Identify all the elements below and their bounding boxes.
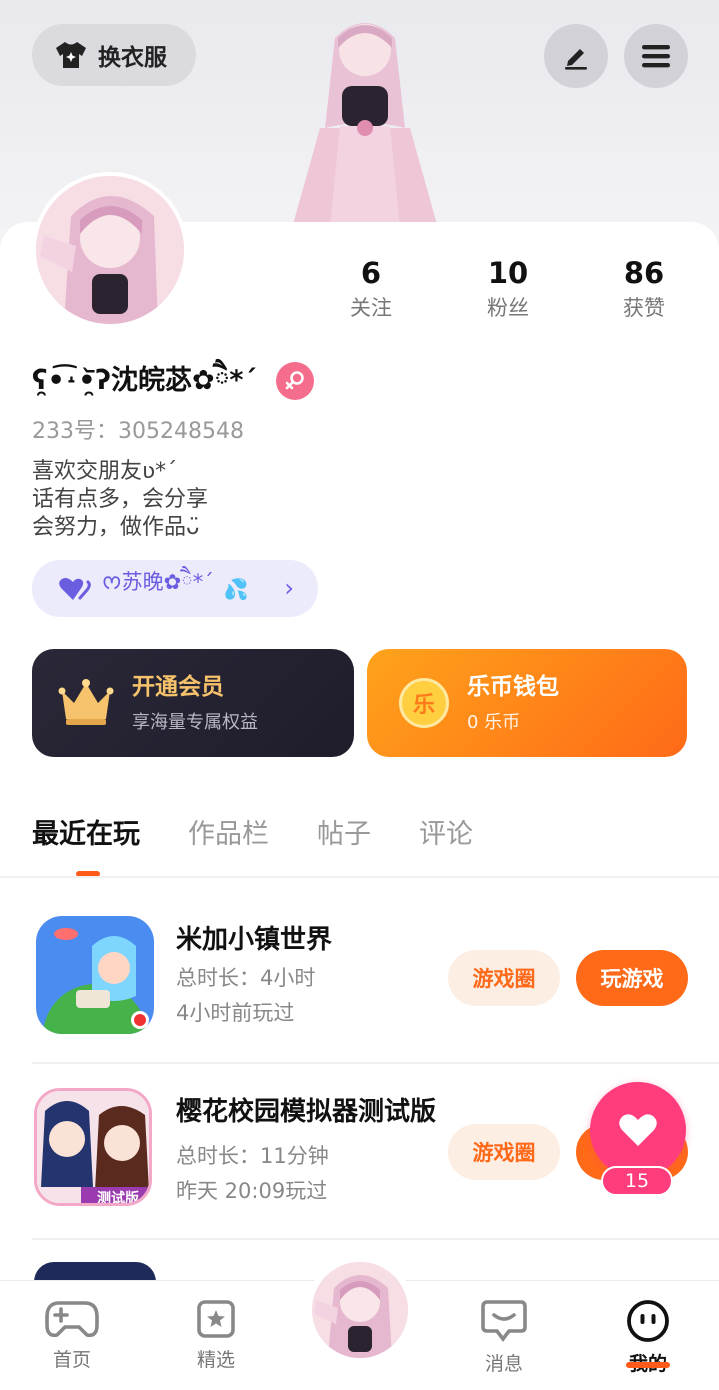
avatar [312, 1262, 408, 1358]
menu-button[interactable] [624, 24, 688, 88]
gender-badge [276, 362, 314, 400]
vip-card[interactable]: 开通会员 享海量专属权益 [32, 649, 354, 757]
change-outfit-button[interactable]: 换衣服 [32, 24, 196, 86]
heart-icon [619, 1114, 657, 1146]
list-item[interactable] [34, 1262, 156, 1282]
bio: 喜欢交朋友ʋ*ˊ 话有点多，会分享 会努力，做作品ᴗ̈ [32, 458, 208, 542]
likes-label: 获赞 [623, 296, 665, 320]
tab-posts[interactable]: 帖子 [317, 812, 371, 860]
followers-label: 粉丝 [487, 296, 529, 320]
avatar[interactable] [32, 172, 188, 328]
close-friend-name: ᰔ苏晚✿ཻ*ˊ [102, 570, 214, 594]
username: ʕ̯•͡˔•̯᷅ʔ沈皖苾✿ཻ*ˊ [32, 365, 258, 396]
game-duration: 总时长：4小时 [176, 966, 316, 990]
play-game-button[interactable]: 玩游戏 [576, 950, 688, 1006]
vip-subtitle: 享海量专属权益 [132, 712, 258, 733]
wallet-card[interactable]: 乐 乐币钱包 0 乐币 [367, 649, 687, 757]
game-last-played: 昨天 20:09玩过 [176, 1179, 328, 1203]
followers-count: 10 [487, 256, 529, 290]
game-name: 米加小镇世界 [176, 925, 333, 955]
sweat-drops-icon: 💦 [223, 576, 249, 601]
test-version-label: 测试版 [97, 1190, 139, 1206]
bookmark-star-icon [197, 1300, 235, 1338]
following-label: 关注 [350, 296, 392, 320]
tab-recent[interactable]: 最近在玩 [32, 812, 140, 860]
smiley-icon [627, 1300, 669, 1342]
coin-char: 乐 [412, 693, 435, 718]
menu-icon [642, 45, 670, 68]
following-stat[interactable]: 6 关注 [311, 256, 431, 322]
likes-count: 86 [623, 256, 665, 290]
user-id: 233号：305248548 [32, 419, 244, 444]
avatar-image [36, 176, 184, 324]
wallet-balance: 0 乐币 [467, 712, 521, 733]
shirt-icon [56, 42, 86, 68]
game-icon-image [36, 916, 154, 1034]
nav-featured-label: 精选 [196, 1349, 235, 1371]
bio-line: 话有点多，会分享 [32, 487, 209, 512]
list-item[interactable]: 米加小镇世界 总时长：4小时 4小时前玩过 游戏圈 玩游戏 [0, 878, 719, 1054]
game-circle-button[interactable]: 游戏圈 [448, 950, 560, 1006]
message-icon [481, 1300, 527, 1342]
gamepad-icon [45, 1301, 99, 1338]
nav-center-avatar[interactable] [306, 1256, 414, 1364]
profile-tabs: 最近在玩 作品栏 帖子 评论 [32, 812, 521, 860]
vip-title: 开通会员 [132, 674, 224, 700]
tab-works[interactable]: 作品栏 [188, 812, 269, 860]
change-outfit-label: 换衣服 [98, 45, 167, 71]
likes-stat[interactable]: 86 获赞 [584, 256, 704, 322]
tab-comments[interactable]: 评论 [419, 812, 473, 860]
followers-stat[interactable]: 10 粉丝 [448, 256, 568, 322]
close-friend-pill[interactable]: ᰔ苏晚✿ཻ*ˊ 💦 › [32, 560, 318, 617]
nav-home[interactable]: 首页 [22, 1299, 122, 1373]
character-illustration [292, 23, 438, 228]
game-icon [36, 916, 154, 1034]
heart-icon [59, 577, 91, 600]
game-duration: 总时长：11分钟 [176, 1144, 329, 1168]
nav-home-label: 首页 [52, 1349, 91, 1371]
like-floating-button[interactable] [590, 1082, 686, 1178]
coin-icon: 乐 [399, 678, 449, 728]
game-icon: 测试版 [34, 1088, 152, 1206]
game-icon-image: 测试版 [37, 1091, 149, 1206]
like-count-badge: 15 [601, 1166, 673, 1196]
edit-profile-button[interactable] [544, 24, 608, 88]
bio-line: 会努力，做作品ᴗ̈ [32, 515, 200, 540]
nav-active-indicator [626, 1362, 670, 1368]
edit-icon [565, 49, 587, 70]
chevron-right-icon: › [284, 574, 294, 602]
crown-icon [58, 679, 114, 725]
following-count: 6 [360, 256, 382, 290]
row-divider [32, 1238, 719, 1240]
game-last-played: 4小时前玩过 [176, 1001, 295, 1025]
game-circle-button[interactable]: 游戏圈 [448, 1124, 560, 1180]
nav-featured[interactable]: 精选 [166, 1299, 266, 1373]
avatar-image [312, 1262, 408, 1358]
nav-messages[interactable]: 消息 [454, 1299, 554, 1377]
bio-line: 喜欢交朋友ʋ*ˊ [32, 459, 178, 484]
game-name: 樱花校园模拟器测试版 [176, 1097, 436, 1127]
nav-messages-label: 消息 [484, 1353, 523, 1375]
female-icon [285, 371, 304, 390]
wallet-title: 乐币钱包 [467, 674, 559, 700]
